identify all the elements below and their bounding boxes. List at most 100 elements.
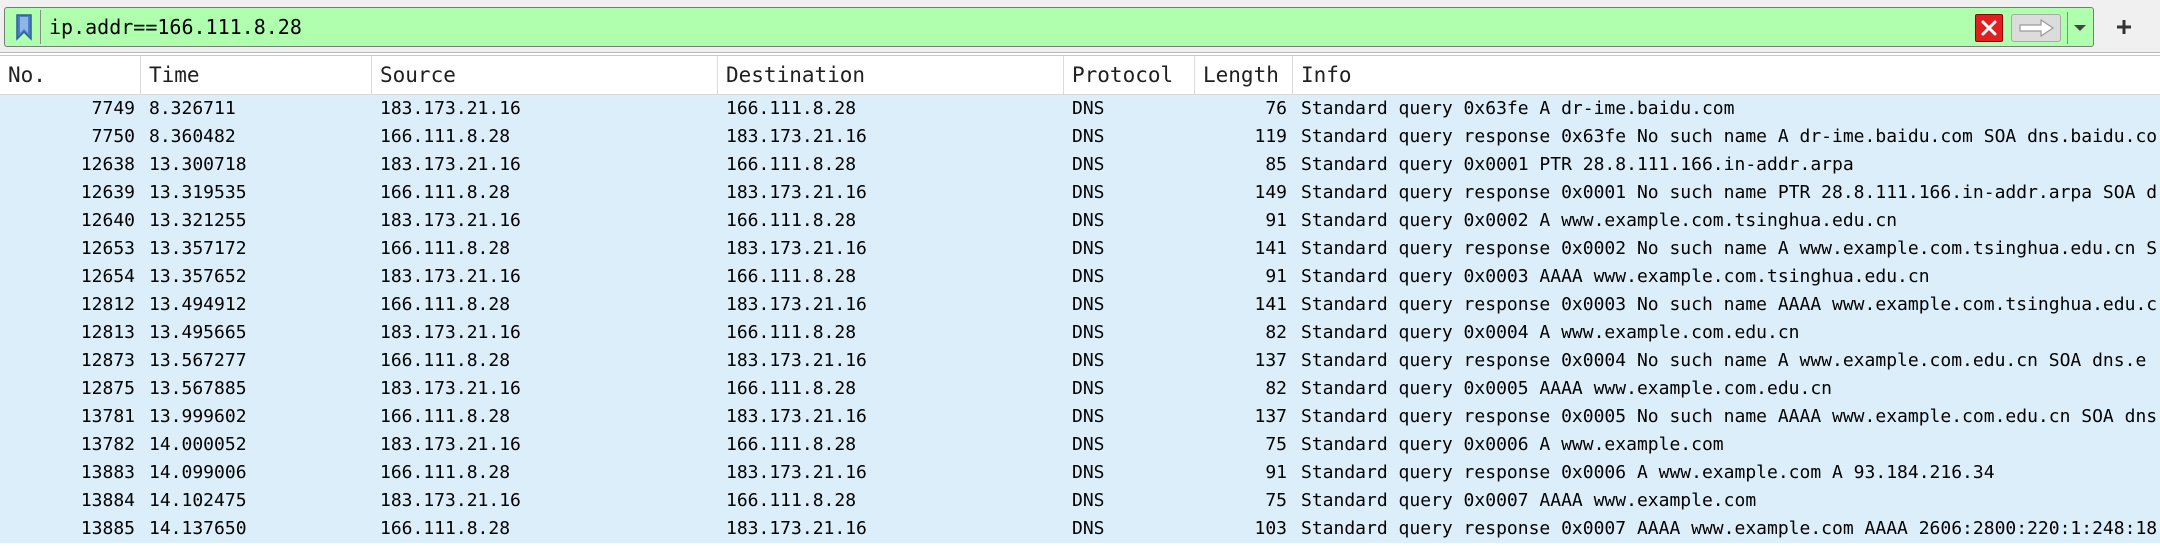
cell-no: 13885 [80, 518, 135, 539]
cell-source: 166.111.8.28 [380, 126, 511, 147]
packet-row[interactable]: 12812 13.494912 166.111.8.28 183.173.21.16 D… [0, 291, 2160, 319]
cell-length: 85 [1265, 154, 1287, 175]
display-filter-input[interactable] [49, 11, 1969, 43]
cell-protocol: DNS [1072, 126, 1105, 147]
cell-length: 82 [1265, 322, 1287, 343]
cell-no: 12875 [80, 378, 135, 399]
cell-info: Standard query 0x0005 AAAA www.example.c… [1301, 378, 1833, 399]
cell-time: 13.357172 [149, 238, 247, 259]
cell-destination: 183.173.21.16 [726, 294, 867, 315]
cell-protocol: DNS [1072, 266, 1105, 287]
cell-protocol: DNS [1072, 322, 1105, 343]
cell-length: 103 [1254, 518, 1287, 539]
packet-row[interactable]: 7749 8.326711 183.173.21.16 166.111.8.28 DNS… [0, 95, 2160, 123]
cell-protocol: DNS [1072, 154, 1105, 175]
cell-length: 76 [1265, 98, 1287, 119]
display-filter-toolbar [0, 0, 2160, 53]
cell-source: 183.173.21.16 [380, 266, 521, 287]
cell-source: 183.173.21.16 [380, 490, 521, 511]
cell-protocol: DNS [1072, 210, 1105, 231]
cell-length: 137 [1254, 406, 1287, 427]
cell-time: 13.567885 [149, 378, 247, 399]
cell-protocol: DNS [1072, 182, 1105, 203]
filter-history-dropdown[interactable] [2067, 12, 2091, 44]
packet-row[interactable]: 13781 13.999602 166.111.8.28 183.173.21.16 D… [0, 403, 2160, 431]
cell-time: 14.102475 [149, 490, 247, 511]
packet-row[interactable]: 13883 14.099006 166.111.8.28 183.173.21.16 D… [0, 459, 2160, 487]
packet-row[interactable]: 13782 14.000052 183.173.21.16 166.111.8.28 D… [0, 431, 2160, 459]
cell-length: 119 [1254, 126, 1287, 147]
packet-row[interactable]: 7750 8.360482 166.111.8.28 183.173.21.16 DNS… [0, 123, 2160, 151]
packet-row[interactable]: 12875 13.567885 183.173.21.16 166.111.8.28 D… [0, 375, 2160, 403]
cell-info: Standard query 0x63fe A dr-ime.baidu.com [1301, 98, 1735, 119]
cell-source: 183.173.21.16 [380, 98, 521, 119]
bookmark-icon [15, 14, 32, 41]
cell-protocol: DNS [1072, 462, 1105, 483]
cell-destination: 166.111.8.28 [726, 322, 857, 343]
packet-row[interactable]: 12653 13.357172 166.111.8.28 183.173.21.16 D… [0, 235, 2160, 263]
cell-time: 13.495665 [149, 322, 247, 343]
cell-destination: 166.111.8.28 [726, 98, 857, 119]
cell-time: 13.567277 [149, 350, 247, 371]
column-header-no[interactable]: No. [0, 56, 141, 94]
column-header-protocol[interactable]: Protocol [1064, 56, 1195, 94]
add-filter-button-button[interactable] [2104, 8, 2144, 46]
packet-row[interactable]: 12813 13.495665 183.173.21.16 166.111.8.28 D… [0, 319, 2160, 347]
cell-no: 12653 [80, 238, 135, 259]
column-header-info[interactable]: Info [1293, 56, 2160, 94]
packet-row[interactable]: 13884 14.102475 183.173.21.16 166.111.8.28 D… [0, 487, 2160, 515]
packet-row[interactable]: 12873 13.567277 166.111.8.28 183.173.21.16 D… [0, 347, 2160, 375]
cell-destination: 166.111.8.28 [726, 266, 857, 287]
cell-source: 183.173.21.16 [380, 378, 521, 399]
cell-length: 82 [1265, 378, 1287, 399]
cell-source: 183.173.21.16 [380, 322, 521, 343]
cell-source: 166.111.8.28 [380, 238, 511, 259]
cell-length: 141 [1254, 294, 1287, 315]
apply-filter-button[interactable] [2011, 14, 2061, 42]
cell-no: 13781 [80, 406, 135, 427]
plus-icon [2117, 20, 2131, 34]
cell-info: Standard query 0x0006 A www.example.com [1301, 434, 1724, 455]
cell-protocol: DNS [1072, 406, 1105, 427]
cell-time: 14.099006 [149, 462, 247, 483]
cell-info: Standard query 0x0002 A www.example.com.… [1301, 210, 1898, 231]
column-header-time[interactable]: Time [141, 56, 372, 94]
column-header-length[interactable]: Length [1195, 56, 1293, 94]
cell-destination: 183.173.21.16 [726, 518, 867, 539]
cell-info: Standard query response 0x0007 AAAA www.… [1301, 518, 2158, 539]
packet-row[interactable]: 12640 13.321255 183.173.21.16 166.111.8.28 D… [0, 207, 2160, 235]
packet-row[interactable]: 12654 13.357652 183.173.21.16 166.111.8.28 D… [0, 263, 2160, 291]
cell-no: 13883 [80, 462, 135, 483]
packet-row[interactable]: 12639 13.319535 166.111.8.28 183.173.21.16 D… [0, 179, 2160, 207]
display-filter-field [4, 7, 2094, 47]
cell-no: 12812 [80, 294, 135, 315]
packet-row[interactable]: 13885 14.137650 166.111.8.28 183.173.21.16 D… [0, 515, 2160, 543]
cell-destination: 166.111.8.28 [726, 378, 857, 399]
cell-protocol: DNS [1072, 434, 1105, 455]
cell-no: 12638 [80, 154, 135, 175]
cell-length: 91 [1265, 266, 1287, 287]
cell-protocol: DNS [1072, 98, 1105, 119]
cell-time: 8.360482 [149, 126, 236, 147]
cell-source: 166.111.8.28 [380, 518, 511, 539]
cell-source: 166.111.8.28 [380, 294, 511, 315]
cell-destination: 183.173.21.16 [726, 406, 867, 427]
cell-protocol: DNS [1072, 294, 1105, 315]
packet-row[interactable]: 12638 13.300718 183.173.21.16 166.111.8.28 D… [0, 151, 2160, 179]
cell-info: Standard query response 0x63fe No such n… [1301, 126, 2158, 147]
clear-filter-button[interactable] [1975, 14, 2003, 42]
column-header-destination[interactable]: Destination [718, 56, 1064, 94]
column-header-source[interactable]: Source [372, 56, 718, 94]
cell-length: 149 [1254, 182, 1287, 203]
cell-no: 12654 [80, 266, 135, 287]
filter-bookmark-button[interactable] [7, 10, 41, 44]
cell-destination: 183.173.21.16 [726, 350, 867, 371]
cell-destination: 183.173.21.16 [726, 182, 867, 203]
cell-protocol: DNS [1072, 238, 1105, 259]
cell-no: 7749 [91, 98, 135, 119]
arrow-right-icon [2019, 19, 2055, 37]
cell-time: 14.137650 [149, 518, 247, 539]
cell-destination: 183.173.21.16 [726, 462, 867, 483]
cell-protocol: DNS [1072, 490, 1105, 511]
cell-no: 12639 [80, 182, 135, 203]
